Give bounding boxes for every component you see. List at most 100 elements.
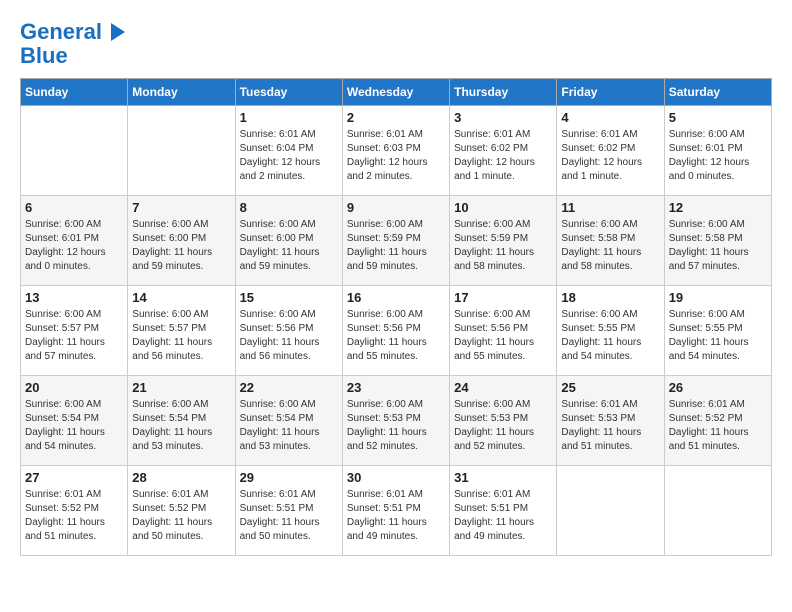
day-number: 3: [454, 110, 552, 125]
day-info: Sunrise: 6:00 AMSunset: 5:57 PMDaylight:…: [132, 308, 230, 364]
day-cell: 21Sunrise: 6:00 AMSunset: 5:54 PMDayligh…: [128, 376, 235, 466]
day-info: Sunrise: 6:00 AMSunset: 5:59 PMDaylight:…: [454, 218, 552, 274]
day-cell: [664, 466, 771, 556]
week-row-2: 6Sunrise: 6:00 AMSunset: 6:01 PMDaylight…: [21, 196, 772, 286]
day-cell: 25 Sunrise: 6:01 AMSunset: 5:53 PMDayligh…: [557, 376, 664, 466]
day-info: Sunrise: 6:00 AMSunset: 5:56 PMDaylight:…: [347, 308, 445, 364]
day-number: 27: [25, 470, 123, 485]
day-cell: 5 Sunrise: 6:00 AMSunset: 6:01 PMDaylight…: [664, 106, 771, 196]
weekday-thursday: Thursday: [450, 79, 557, 106]
day-cell: 22Sunrise: 6:00 AMSunset: 5:54 PMDayligh…: [235, 376, 342, 466]
calendar-body: 1 Sunrise: 6:01 AMSunset: 6:04 PMDaylight…: [21, 106, 772, 556]
day-info: Sunrise: 6:01 AMSunset: 5:51 PMDaylight:…: [347, 488, 445, 544]
weekday-tuesday: Tuesday: [235, 79, 342, 106]
day-cell: 19Sunrise: 6:00 AMSunset: 5:55 PMDayligh…: [664, 286, 771, 376]
day-cell: 10 Sunrise: 6:00 AMSunset: 5:59 PMDayligh…: [450, 196, 557, 286]
day-info: Sunrise: 6:00 AMSunset: 5:54 PMDaylight:…: [25, 398, 123, 454]
day-cell: 14 Sunrise: 6:00 AMSunset: 5:57 PMDayligh…: [128, 286, 235, 376]
day-cell: 9Sunrise: 6:00 AMSunset: 5:59 PMDaylight…: [342, 196, 449, 286]
day-info: Sunrise: 6:00 AMSunset: 5:55 PMDaylight:…: [561, 308, 659, 364]
day-cell: 18 Sunrise: 6:00 AMSunset: 5:55 PMDayligh…: [557, 286, 664, 376]
weekday-wednesday: Wednesday: [342, 79, 449, 106]
day-cell: 15 Sunrise: 6:00 AMSunset: 5:56 PMDayligh…: [235, 286, 342, 376]
day-cell: 6Sunrise: 6:00 AMSunset: 6:01 PMDaylight…: [21, 196, 128, 286]
weekday-monday: Monday: [128, 79, 235, 106]
day-cell: 16 Sunrise: 6:00 AMSunset: 5:56 PMDayligh…: [342, 286, 449, 376]
calendar-table: SundayMondayTuesdayWednesdayThursdayFrid…: [20, 78, 772, 556]
day-info: Sunrise: 6:00 AMSunset: 5:53 PMDaylight:…: [347, 398, 445, 454]
day-number: 12: [669, 200, 767, 215]
day-info: Sunrise: 6:01 AMSunset: 6:02 PMDaylight:…: [561, 128, 659, 184]
day-info: Sunrise: 6:01 AMSunset: 5:52 PMDaylight:…: [132, 488, 230, 544]
day-number: 16: [347, 290, 445, 305]
day-cell: [557, 466, 664, 556]
day-info: Sunrise: 6:01 AMSunset: 6:03 PMDaylight:…: [347, 128, 445, 184]
day-cell: 7Sunrise: 6:00 AMSunset: 6:00 PMDaylight…: [128, 196, 235, 286]
day-info: Sunrise: 6:00 AMSunset: 5:57 PMDaylight:…: [25, 308, 123, 364]
day-number: 11: [561, 200, 659, 215]
day-info: Sunrise: 6:00 AMSunset: 5:58 PMDaylight:…: [669, 218, 767, 274]
page-header: General Blue: [20, 20, 772, 68]
day-info: Sunrise: 6:00 AMSunset: 5:56 PMDaylight:…: [240, 308, 338, 364]
day-cell: 11 Sunrise: 6:00 AMSunset: 5:58 PMDayligh…: [557, 196, 664, 286]
day-number: 4: [561, 110, 659, 125]
day-info: Sunrise: 6:00 AMSunset: 6:01 PMDaylight:…: [669, 128, 767, 184]
day-number: 18: [561, 290, 659, 305]
day-number: 14: [132, 290, 230, 305]
day-number: 25: [561, 380, 659, 395]
day-cell: 13 Sunrise: 6:00 AMSunset: 5:57 PMDayligh…: [21, 286, 128, 376]
day-cell: [128, 106, 235, 196]
week-row-5: 27 Sunrise: 6:01 AMSunset: 5:52 PMDayligh…: [21, 466, 772, 556]
day-info: Sunrise: 6:00 AMSunset: 5:56 PMDaylight:…: [454, 308, 552, 364]
day-number: 20: [25, 380, 123, 395]
day-cell: 20 Sunrise: 6:00 AMSunset: 5:54 PMDayligh…: [21, 376, 128, 466]
logo-blue: Blue: [20, 44, 125, 68]
day-info: Sunrise: 6:00 AMSunset: 6:00 PMDaylight:…: [132, 218, 230, 274]
day-number: 10: [454, 200, 552, 215]
day-cell: 30 Sunrise: 6:01 AMSunset: 5:51 PMDayligh…: [342, 466, 449, 556]
week-row-1: 1 Sunrise: 6:01 AMSunset: 6:04 PMDaylight…: [21, 106, 772, 196]
day-number: 13: [25, 290, 123, 305]
day-number: 24: [454, 380, 552, 395]
day-cell: 8Sunrise: 6:00 AMSunset: 6:00 PMDaylight…: [235, 196, 342, 286]
day-number: 15: [240, 290, 338, 305]
day-cell: 1 Sunrise: 6:01 AMSunset: 6:04 PMDaylight…: [235, 106, 342, 196]
day-info: Sunrise: 6:01 AMSunset: 6:02 PMDaylight:…: [454, 128, 552, 184]
weekday-saturday: Saturday: [664, 79, 771, 106]
day-number: 26: [669, 380, 767, 395]
day-info: Sunrise: 6:00 AMSunset: 5:58 PMDaylight:…: [561, 218, 659, 274]
day-number: 28: [132, 470, 230, 485]
weekday-header-row: SundayMondayTuesdayWednesdayThursdayFrid…: [21, 79, 772, 106]
day-info: Sunrise: 6:00 AMSunset: 6:01 PMDaylight:…: [25, 218, 123, 274]
day-number: 9: [347, 200, 445, 215]
day-cell: 28 Sunrise: 6:01 AMSunset: 5:52 PMDayligh…: [128, 466, 235, 556]
day-cell: 4 Sunrise: 6:01 AMSunset: 6:02 PMDaylight…: [557, 106, 664, 196]
logo-general: General: [20, 19, 102, 44]
day-info: Sunrise: 6:00 AMSunset: 5:53 PMDaylight:…: [454, 398, 552, 454]
day-info: Sunrise: 6:00 AMSunset: 6:00 PMDaylight:…: [240, 218, 338, 274]
weekday-friday: Friday: [557, 79, 664, 106]
logo-arrow-right: [111, 23, 125, 41]
day-number: 5: [669, 110, 767, 125]
day-number: 30: [347, 470, 445, 485]
day-number: 2: [347, 110, 445, 125]
day-number: 31: [454, 470, 552, 485]
weekday-sunday: Sunday: [21, 79, 128, 106]
day-info: Sunrise: 6:01 AMSunset: 5:52 PMDaylight:…: [669, 398, 767, 454]
day-cell: 23Sunrise: 6:00 AMSunset: 5:53 PMDayligh…: [342, 376, 449, 466]
day-info: Sunrise: 6:01 AMSunset: 5:53 PMDaylight:…: [561, 398, 659, 454]
week-row-3: 13 Sunrise: 6:00 AMSunset: 5:57 PMDayligh…: [21, 286, 772, 376]
day-info: Sunrise: 6:01 AMSunset: 5:51 PMDaylight:…: [454, 488, 552, 544]
day-info: Sunrise: 6:01 AMSunset: 6:04 PMDaylight:…: [240, 128, 338, 184]
logo: General Blue: [20, 20, 125, 68]
day-info: Sunrise: 6:01 AMSunset: 5:52 PMDaylight:…: [25, 488, 123, 544]
week-row-4: 20 Sunrise: 6:00 AMSunset: 5:54 PMDayligh…: [21, 376, 772, 466]
day-number: 1: [240, 110, 338, 125]
day-cell: 31 Sunrise: 6:01 AMSunset: 5:51 PMDayligh…: [450, 466, 557, 556]
day-number: 29: [240, 470, 338, 485]
day-info: Sunrise: 6:01 AMSunset: 5:51 PMDaylight:…: [240, 488, 338, 544]
day-cell: 3 Sunrise: 6:01 AMSunset: 6:02 PMDaylight…: [450, 106, 557, 196]
day-info: Sunrise: 6:00 AMSunset: 5:55 PMDaylight:…: [669, 308, 767, 364]
day-number: 21: [132, 380, 230, 395]
day-cell: 12 Sunrise: 6:00 AMSunset: 5:58 PMDayligh…: [664, 196, 771, 286]
